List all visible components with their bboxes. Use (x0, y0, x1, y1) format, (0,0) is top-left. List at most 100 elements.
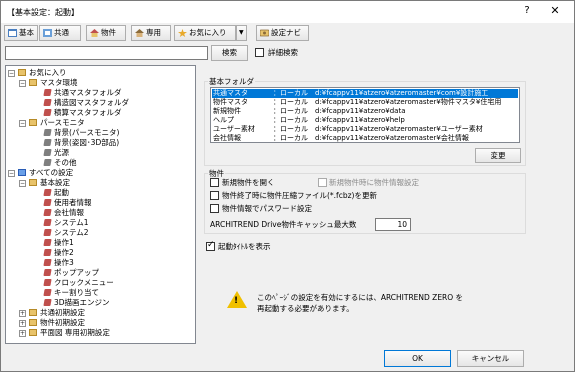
ok-button[interactable]: OK (384, 350, 451, 367)
setting-icon (43, 239, 52, 246)
common-tab-label: 共通 (54, 28, 69, 37)
cache-max-field[interactable]: 10 (375, 218, 411, 231)
basic-tab-button[interactable]: 基本 (4, 25, 38, 41)
new-info-checkbox[interactable] (318, 178, 327, 187)
setting-icon (43, 129, 52, 136)
tree-node-common-initial[interactable]: 共通初期設定 (29, 308, 85, 318)
settings-tree: − お気に入り − マスタ環境 共通マスタフォルダ 構造図マスタフォルダ 積算マ… (5, 65, 196, 344)
notice-line2: 再起動する必要があります。 (257, 304, 354, 313)
change-button[interactable]: 変更 (475, 148, 521, 163)
tree-node-render-engine[interactable]: 3D描画エンジン (43, 298, 110, 308)
tree-node-system2[interactable]: システム2 (43, 228, 89, 238)
folder-icon (18, 169, 26, 176)
tree-node-bg-perspective[interactable]: 背景(パースモニタ) (43, 128, 119, 138)
folder-icon (29, 119, 37, 126)
new-info-label: 新規物件時に物件情報設定 (329, 178, 419, 187)
collapse-icon[interactable]: − (8, 70, 15, 77)
folder-icon (29, 319, 37, 326)
tree-node-structure-master-folder[interactable]: 構造図マスタフォルダ (43, 98, 129, 108)
collapse-icon[interactable]: − (19, 120, 26, 127)
tree-node-operation3[interactable]: 操作3 (43, 258, 74, 268)
expand-icon[interactable]: + (19, 330, 26, 337)
folder-row[interactable]: ユーザー素材 ：ローカル d:¥fcappv11¥atzero¥atzeromast… (212, 125, 518, 134)
setting-icon (43, 89, 52, 96)
tree-node-company-info[interactable]: 会社情報 (43, 208, 84, 218)
startup-title-checkbox[interactable] (206, 240, 215, 251)
cancel-button[interactable]: キャンセル (457, 350, 524, 367)
tree-node-user-info[interactable]: 使用者情報 (43, 198, 92, 208)
setting-icon (43, 189, 52, 196)
search-button[interactable]: 検索 (211, 45, 248, 61)
folder-row[interactable]: 共通マスタ ：ローカル d:¥fcappv11¥atzero¥atzeromaste… (212, 89, 518, 98)
basic-folder-label: 基本フォルダ (208, 76, 255, 87)
tree-node-operation1[interactable]: 操作1 (43, 238, 74, 248)
setting-icon (43, 299, 52, 306)
startup-title-label: 起動ﾀｲﾄﾙを表示 (218, 242, 271, 251)
open-new-label: 新規物件を開く (222, 178, 275, 187)
cache-label: ARCHITREND Drive物件キャッシュ最大数 (210, 220, 357, 229)
open-new-checkbox[interactable] (210, 178, 219, 187)
password-checkbox[interactable] (210, 204, 219, 213)
dedicated-tab-label: 専用 (146, 28, 161, 37)
tree-node-system1[interactable]: システム1 (43, 218, 89, 228)
folder-icon (29, 79, 37, 86)
tree-node-other[interactable]: その他 (43, 158, 77, 168)
collapse-icon[interactable]: − (19, 180, 26, 187)
setting-icon (43, 199, 52, 206)
close-button[interactable]: ✕ (548, 4, 562, 17)
setting-icon (43, 109, 52, 116)
chevron-down-icon: ▼ (239, 29, 244, 36)
setting-icon (43, 159, 52, 166)
help-button[interactable]: ? (520, 5, 534, 16)
detail-search-label: 詳細検索 (268, 48, 298, 57)
folder-row[interactable]: 物件マスタ ：ローカル d:¥fcappv11¥atzero¥atzeromaste… (212, 98, 518, 107)
tree-node-property-initial[interactable]: 物件初期設定 (29, 318, 85, 328)
tree-node-fitting-master-folder[interactable]: 積算マスタフォルダ (43, 108, 122, 118)
basic-folder-list[interactable]: 共通マスタ ：ローカル d:¥fcappv11¥atzero¥atzeromaste… (210, 87, 520, 143)
expand-icon[interactable]: + (19, 320, 26, 327)
property-tab-label: 物件 (101, 28, 116, 37)
common-tab-button[interactable]: 共通 (39, 25, 81, 41)
tree-node-master-env[interactable]: マスタ環境 (29, 78, 78, 88)
folder-row[interactable]: 会社情報 ：ローカル d:¥fcappv11¥atzero¥atzeromaster… (212, 134, 518, 142)
favorites-tab-button[interactable]: お気に入り (174, 25, 236, 41)
expand-icon[interactable]: + (19, 310, 26, 317)
tree-node-perspective-monitor[interactable]: パースモニタ (29, 118, 85, 128)
setting-icon (43, 219, 52, 226)
tree-node-light-source[interactable]: 光源 (43, 148, 69, 158)
tree-node-favorites[interactable]: お気に入り (18, 68, 67, 78)
setting-icon (43, 279, 52, 286)
collapse-icon[interactable]: − (8, 170, 15, 177)
tree-node-basic-settings[interactable]: 基本設定 (29, 178, 70, 188)
house-icon (90, 29, 99, 37)
folder-star-icon (18, 69, 26, 76)
setting-icon (43, 149, 52, 156)
folder-row[interactable]: ヘルプ ：ローカル d:¥fcappv11¥atzero¥help (212, 116, 518, 125)
setting-icon (43, 139, 52, 146)
setting-icon (43, 249, 52, 256)
tree-node-operation2[interactable]: 操作2 (43, 248, 74, 258)
setup-navi-button[interactable]: 設定ナビ (256, 25, 309, 41)
favorites-dropdown-button[interactable]: ▼ (236, 25, 247, 41)
settings-dialog: 【基本設定：起動】 ? ✕ 基本 共通 物件 専用 お気に入り ▼ 設定ナビ 検… (0, 0, 575, 372)
tree-node-common-master-folder[interactable]: 共通マスタフォルダ (43, 88, 122, 98)
tree-node-key-assign[interactable]: キー割り当て (43, 288, 99, 298)
search-input[interactable] (5, 46, 208, 60)
password-label: 物件情報でパスワード設定 (222, 204, 312, 213)
setting-icon (43, 99, 52, 106)
folder-icon (29, 329, 37, 336)
tree-node-startup[interactable]: 起動 (43, 188, 69, 198)
folder-row[interactable]: 新規物件 ：ローカル d:¥fcappv11¥atzero¥data (212, 107, 518, 116)
folder-icon (29, 309, 37, 316)
dedicated-tab-button[interactable]: 専用 (131, 25, 171, 41)
collapse-icon[interactable]: − (19, 80, 26, 87)
tree-node-popup[interactable]: ポップアップ (43, 268, 99, 278)
detail-search-checkbox[interactable] (255, 48, 264, 57)
tree-node-floorplan-initial[interactable]: 平面図 専用初期設定 (29, 328, 110, 338)
tree-node-click-menu[interactable]: クロックメニュー (43, 278, 114, 288)
tree-node-all-settings[interactable]: すべての設定 (18, 168, 73, 178)
tree-node-bg-3d[interactable]: 背景(姿図･3D部品) (43, 138, 119, 148)
common-icon (43, 29, 52, 37)
property-tab-button[interactable]: 物件 (86, 25, 126, 41)
update-zip-checkbox[interactable] (210, 191, 219, 200)
